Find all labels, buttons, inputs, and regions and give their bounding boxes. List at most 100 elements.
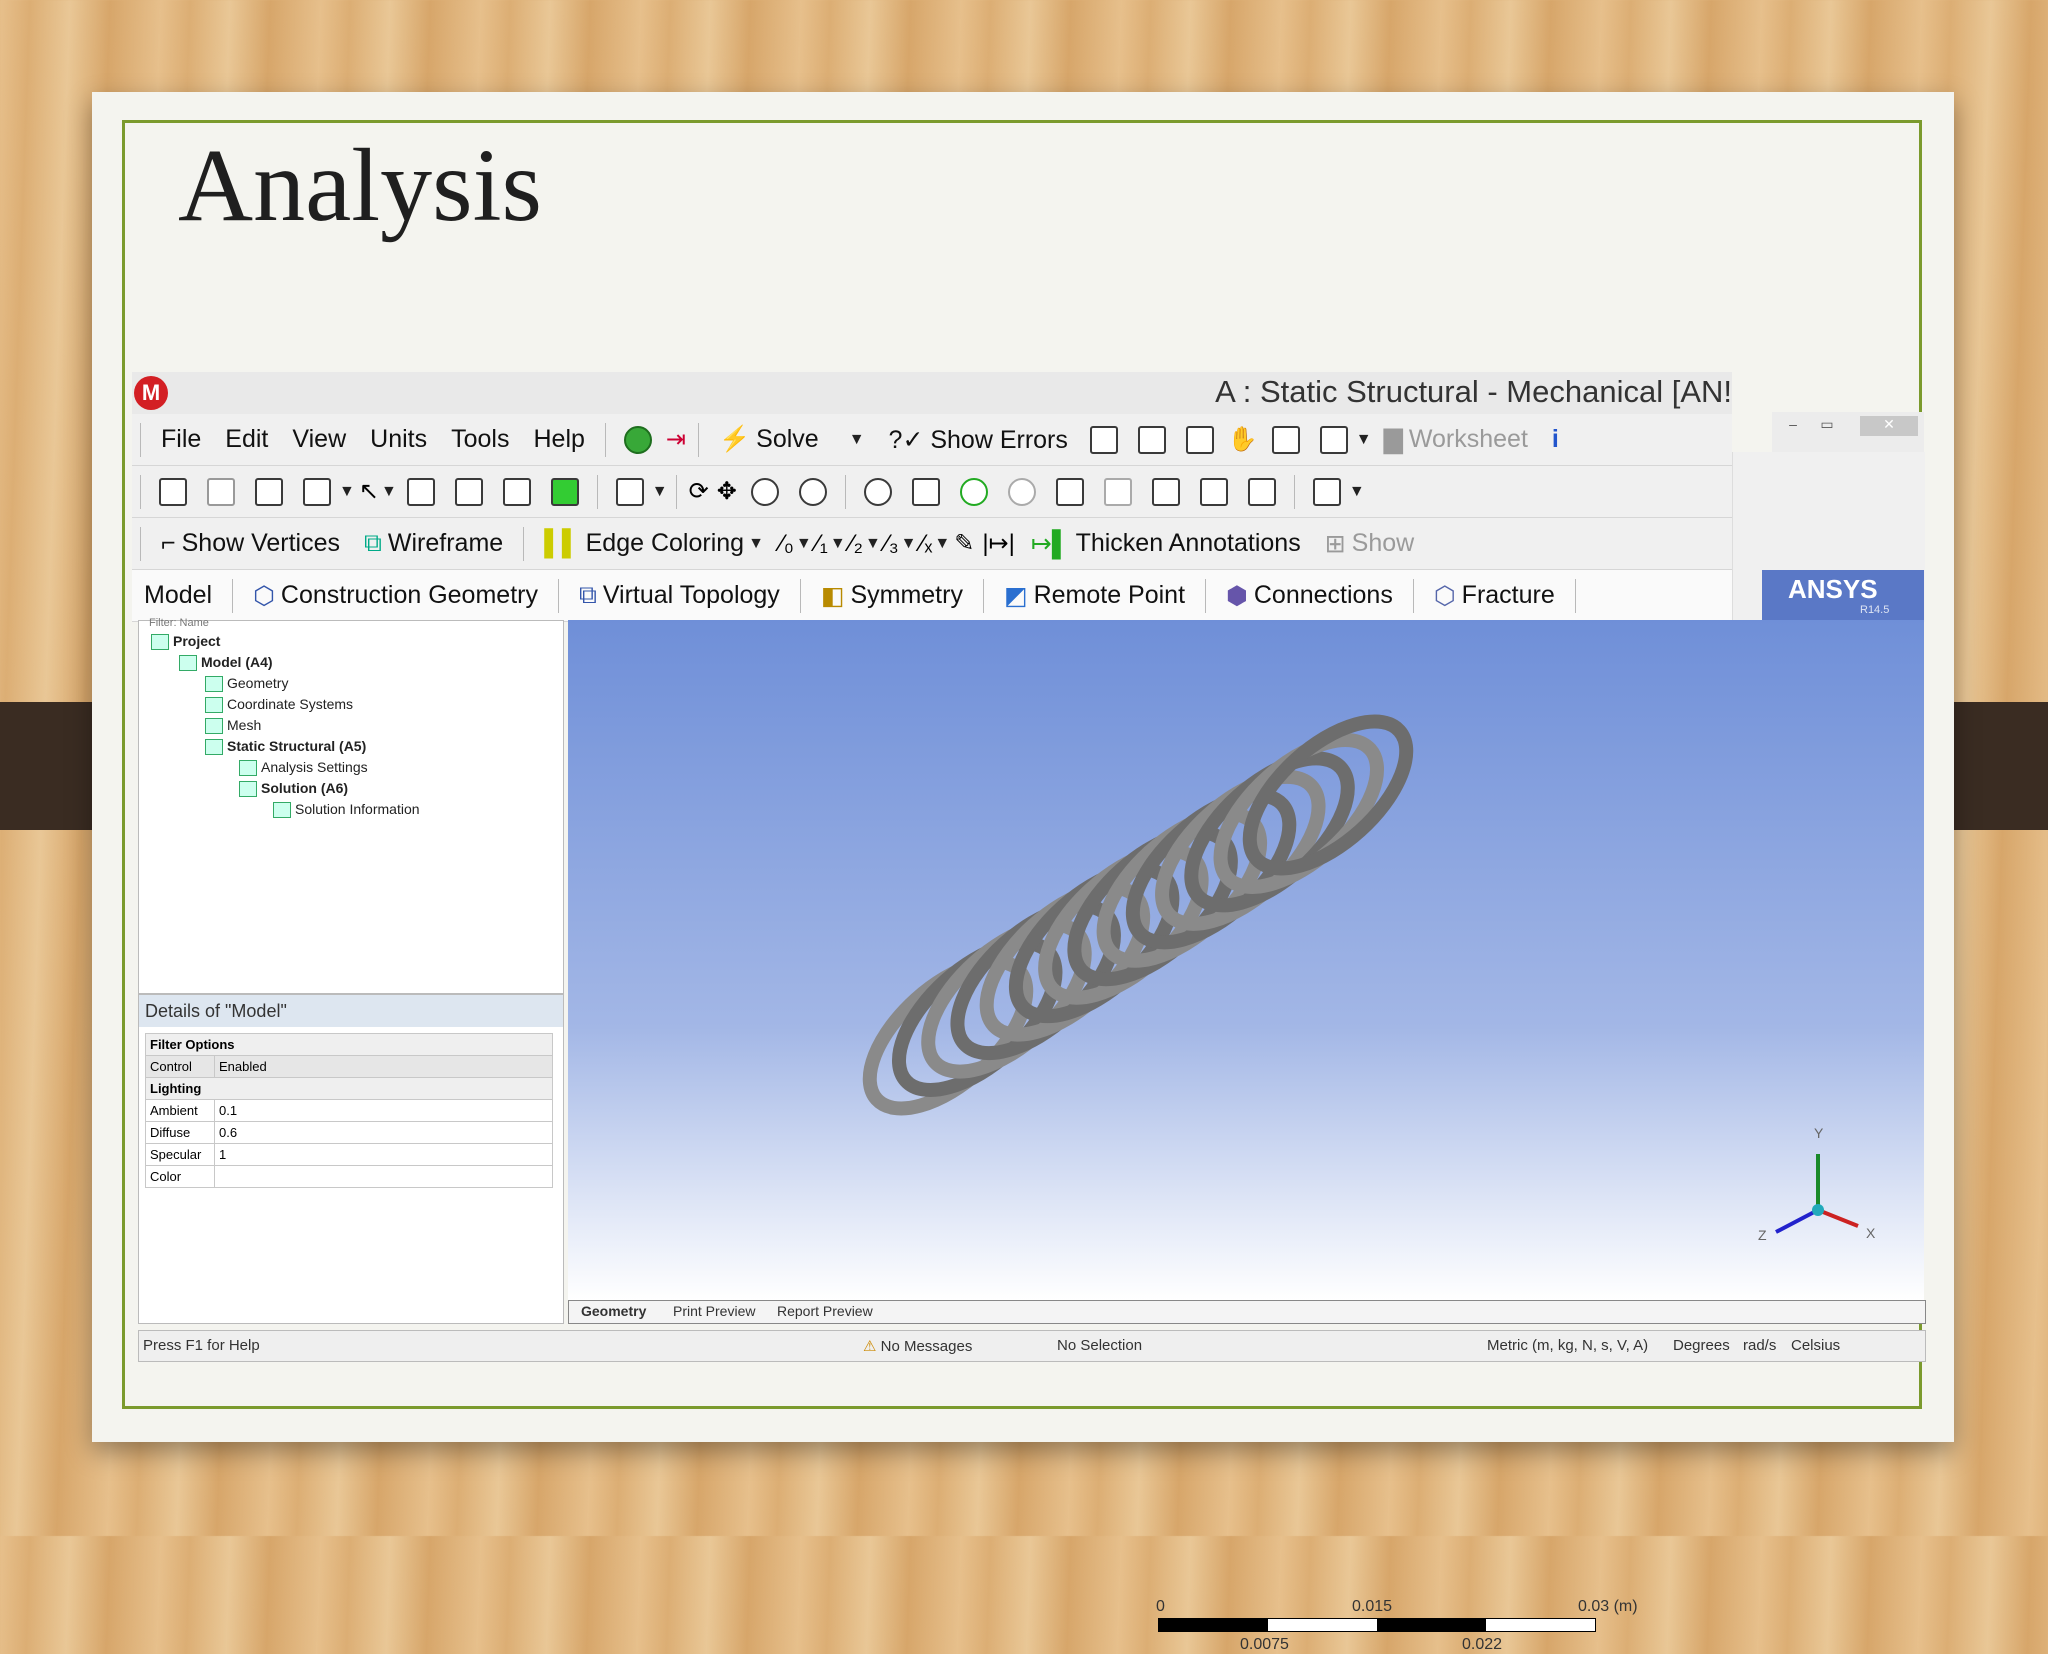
fit-icon[interactable]: [959, 477, 988, 506]
show-vertices-button[interactable]: ⌐ Show Vertices: [161, 529, 340, 558]
tag-icon[interactable]: [1247, 477, 1276, 506]
tree-item-solution-information[interactable]: Solution Information: [273, 801, 420, 819]
menu-tools[interactable]: Tools: [451, 425, 509, 454]
details-value[interactable]: Enabled: [214, 1055, 553, 1078]
tree-filter-label[interactable]: Filter: Name: [149, 617, 209, 629]
select-body-icon[interactable]: [550, 477, 579, 506]
worksheet-button[interactable]: ▇ Worksheet: [1384, 425, 1528, 455]
select-edge-icon[interactable]: [454, 477, 483, 506]
details-value[interactable]: 0.1: [214, 1099, 553, 1122]
tree-item-coordinate-systems[interactable]: Coordinate Systems: [205, 696, 353, 714]
tree-item-analysis-settings[interactable]: Analysis Settings: [239, 759, 368, 777]
chevron-down-icon[interactable]: ▼: [865, 535, 881, 553]
menu-units[interactable]: Units: [370, 425, 427, 454]
tab-geometry[interactable]: Geometry: [581, 1303, 646, 1319]
extend-selection-icon[interactable]: [615, 477, 644, 506]
pin-icon[interactable]: ✎: [954, 529, 974, 558]
chevron-down-icon[interactable]: ▼: [849, 431, 865, 449]
menu-edit[interactable]: Edit: [225, 425, 268, 454]
pan-icon[interactable]: ✥: [717, 477, 737, 506]
edge-2-icon[interactable]: ∕₂: [850, 530, 863, 558]
box-zoom-icon[interactable]: [798, 477, 827, 506]
tab-report-preview[interactable]: Report Preview: [777, 1303, 873, 1319]
details-group[interactable]: Lighting: [145, 1077, 553, 1100]
menu-help[interactable]: Help: [533, 425, 584, 454]
details-row[interactable]: Specular 1: [145, 1143, 553, 1166]
status-temp[interactable]: Celsius: [1791, 1337, 1840, 1354]
status-rate[interactable]: rad/s: [1743, 1337, 1776, 1354]
remote-point-button[interactable]: ◩ Remote Point: [1004, 581, 1185, 611]
info-icon[interactable]: i: [1552, 425, 1559, 454]
edge-x-icon[interactable]: ∕ₓ: [920, 530, 932, 558]
wireframe-button[interactable]: ⧉ Wireframe: [364, 529, 503, 558]
graphics-viewport[interactable]: Y X Z: [568, 620, 1924, 1300]
chevron-down-icon[interactable]: ▼: [1349, 483, 1365, 501]
tree-arrow-icon[interactable]: ⇥: [666, 425, 686, 454]
thin-lines-icon[interactable]: |↦|: [982, 529, 1015, 558]
graph-icon[interactable]: [1185, 425, 1214, 454]
edge-0-icon[interactable]: ∕₀: [780, 530, 794, 558]
chevron-down-icon[interactable]: ▼: [830, 535, 846, 553]
virtual-topology-button[interactable]: ⧉ Virtual Topology: [579, 581, 780, 610]
xyz-coordinate-icon[interactable]: [255, 477, 283, 506]
close-button[interactable]: ✕: [1860, 416, 1918, 436]
connections-button[interactable]: ⬢ Connections: [1226, 581, 1393, 611]
iso-icon[interactable]: [1055, 477, 1084, 506]
spring-model[interactable]: Y X Z: [568, 620, 1924, 1300]
edge-coloring-button[interactable]: ▌▌ Edge Coloring ▼: [544, 529, 764, 558]
tree-item-solution[interactable]: Solution (A6): [239, 780, 348, 798]
text-annotation-icon[interactable]: [1271, 425, 1300, 454]
chevron-down-icon[interactable]: ▼: [381, 483, 397, 501]
eye-box-icon[interactable]: [1151, 477, 1180, 506]
chevron-down-icon[interactable]: ▼: [796, 535, 812, 553]
select-type-icon[interactable]: [303, 477, 331, 506]
status-units[interactable]: Metric (m, kg, N, s, V, A): [1487, 1337, 1648, 1354]
edge-3-icon[interactable]: ∕₃: [885, 530, 899, 558]
select-vertex-icon[interactable]: [406, 477, 435, 506]
ruler-icon[interactable]: [1199, 477, 1228, 506]
symmetry-button[interactable]: ◧ Symmetry: [821, 581, 963, 611]
construction-geometry-button[interactable]: ⬡ Construction Geometry: [253, 581, 538, 611]
chevron-down-icon[interactable]: ▼: [1356, 431, 1372, 449]
details-row[interactable]: Diffuse 0.6: [145, 1121, 553, 1144]
tree-item-project[interactable]: Project: [151, 633, 220, 651]
minimize-button[interactable]: –: [1778, 416, 1808, 436]
tree-item-mesh[interactable]: Mesh: [205, 717, 261, 735]
zoom-to-fit-icon[interactable]: [863, 477, 892, 506]
hand-icon[interactable]: ✋: [1228, 425, 1258, 454]
label-abc-icon[interactable]: [1137, 425, 1166, 454]
edge-1-icon[interactable]: ∕₁: [816, 530, 828, 558]
details-value[interactable]: 1: [214, 1143, 553, 1166]
status-messages[interactable]: ⚠ No Messages: [863, 1337, 972, 1355]
details-value[interactable]: [214, 1165, 553, 1188]
fracture-button[interactable]: ⬡ Fracture: [1434, 581, 1555, 611]
check-icon[interactable]: [623, 425, 652, 454]
details-row[interactable]: Control Enabled: [145, 1055, 553, 1078]
model-button[interactable]: Model: [144, 581, 212, 610]
select-mode-icon[interactable]: [207, 477, 235, 506]
menu-file[interactable]: File: [161, 425, 201, 454]
chevron-down-icon[interactable]: ▼: [652, 483, 668, 501]
details-row[interactable]: Ambient 0.1: [145, 1099, 553, 1122]
chevron-down-icon[interactable]: ▼: [934, 535, 950, 553]
select-point-icon[interactable]: [159, 477, 187, 506]
tree-item-model[interactable]: Model (A4): [179, 654, 273, 672]
rotate-icon[interactable]: ⟳: [689, 477, 709, 506]
details-value[interactable]: 0.6: [214, 1121, 553, 1144]
show-errors-button[interactable]: ?✓ Show Errors: [889, 425, 1068, 455]
tree-item-geometry[interactable]: Geometry: [205, 675, 288, 693]
tree-item-static-structural[interactable]: Static Structural (A5): [205, 738, 366, 756]
zoom-icon[interactable]: [750, 477, 779, 506]
chevron-down-icon[interactable]: ▼: [339, 483, 355, 501]
select-face-icon[interactable]: [502, 477, 531, 506]
viewport-layout-icon[interactable]: [1312, 477, 1341, 506]
thicken-annotations-button[interactable]: ↦▌ Thicken Annotations: [1031, 529, 1301, 559]
cursor-icon[interactable]: ↖: [359, 477, 379, 506]
details-row[interactable]: Color: [145, 1165, 553, 1188]
solve-button[interactable]: ⚡ Solve ▼: [719, 425, 865, 454]
magnifier-icon[interactable]: [1007, 477, 1036, 506]
menu-view[interactable]: View: [292, 425, 346, 454]
restore-button[interactable]: ▭: [1812, 416, 1842, 436]
tab-print-preview[interactable]: Print Preview: [673, 1303, 755, 1319]
zoom-window-icon[interactable]: [911, 477, 940, 506]
